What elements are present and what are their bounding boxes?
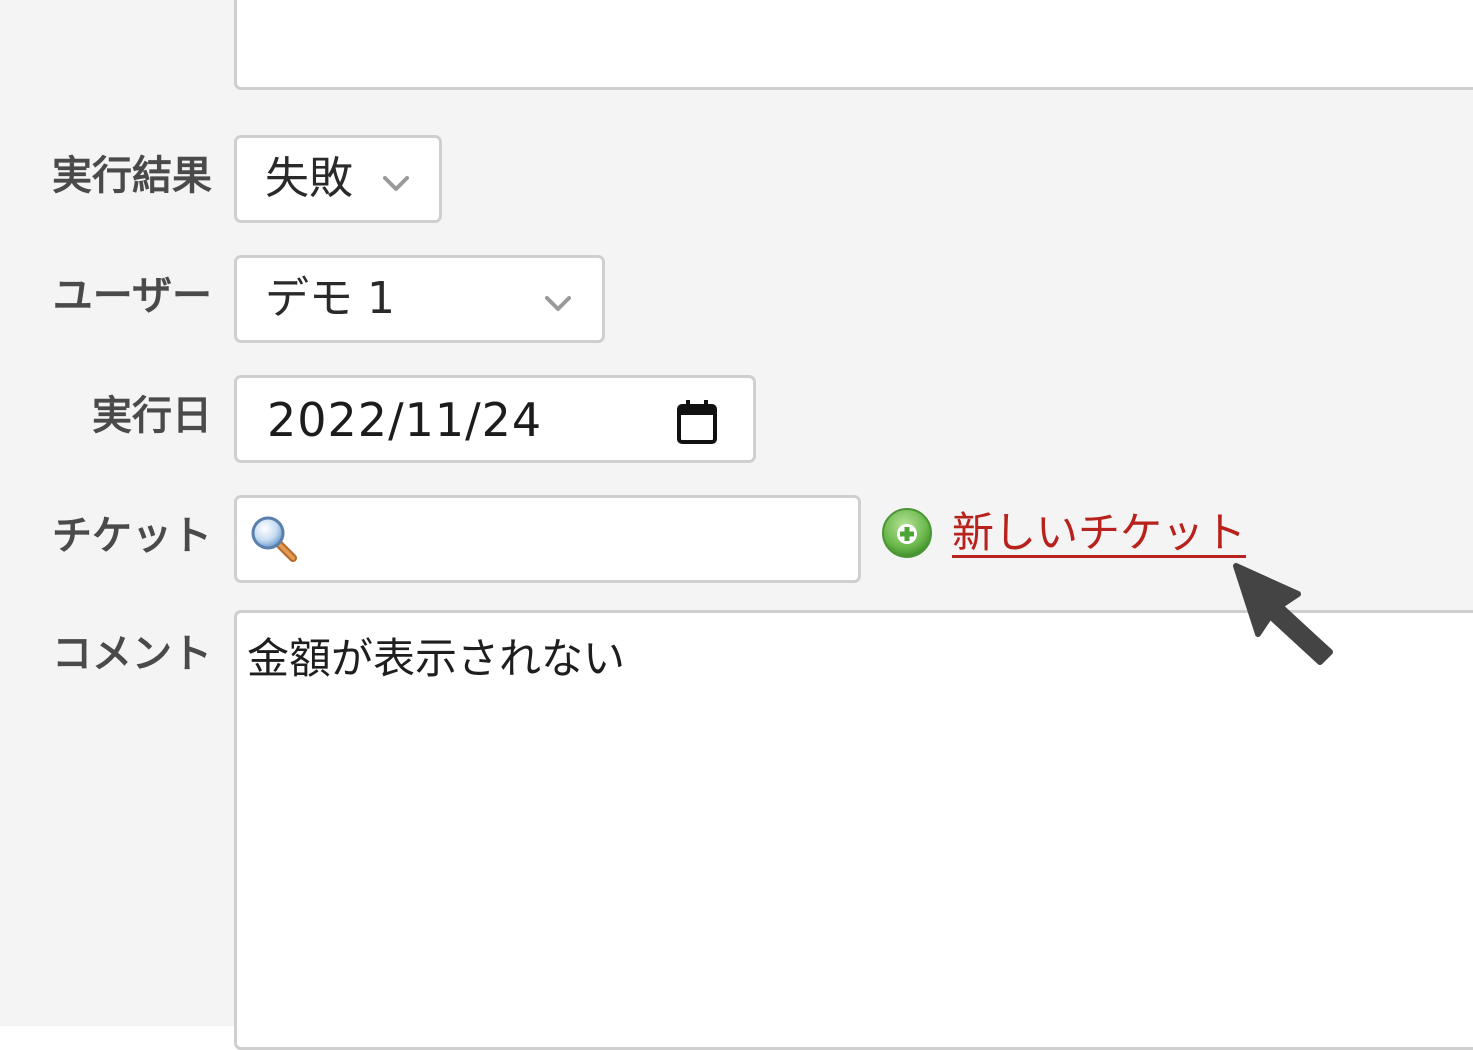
test-result-form: 実行結果 失敗 ユーザー デモ 1 実行日 2022/11/24 チケット 新し… [0, 0, 1473, 1050]
date-label: 実行日 [92, 393, 212, 439]
user-select[interactable]: デモ 1 [234, 255, 605, 343]
search-icon [251, 516, 297, 562]
user-select-value: デモ 1 [265, 273, 395, 324]
calendar-icon[interactable] [675, 398, 719, 446]
chevron-down-icon [383, 176, 409, 191]
result-select[interactable]: 失敗 [234, 135, 442, 223]
comment-text: 金額が表示されない [247, 634, 626, 683]
user-label: ユーザー [52, 273, 212, 319]
ticket-search-input[interactable] [234, 495, 861, 583]
chevron-down-icon [545, 296, 571, 311]
date-input[interactable]: 2022/11/24 [234, 375, 756, 463]
date-value: 2022/11/24 [267, 393, 543, 447]
ticket-label: チケット [52, 513, 212, 559]
previous-textarea[interactable] [234, 0, 1473, 90]
new-ticket-link[interactable]: 新しいチケット [952, 505, 1246, 561]
plus-circle-icon[interactable] [880, 506, 934, 560]
comment-label: コメント [52, 631, 212, 677]
result-select-value: 失敗 [265, 153, 353, 204]
result-label: 実行結果 [52, 153, 212, 199]
comment-textarea[interactable]: 金額が表示されない [234, 610, 1473, 1050]
